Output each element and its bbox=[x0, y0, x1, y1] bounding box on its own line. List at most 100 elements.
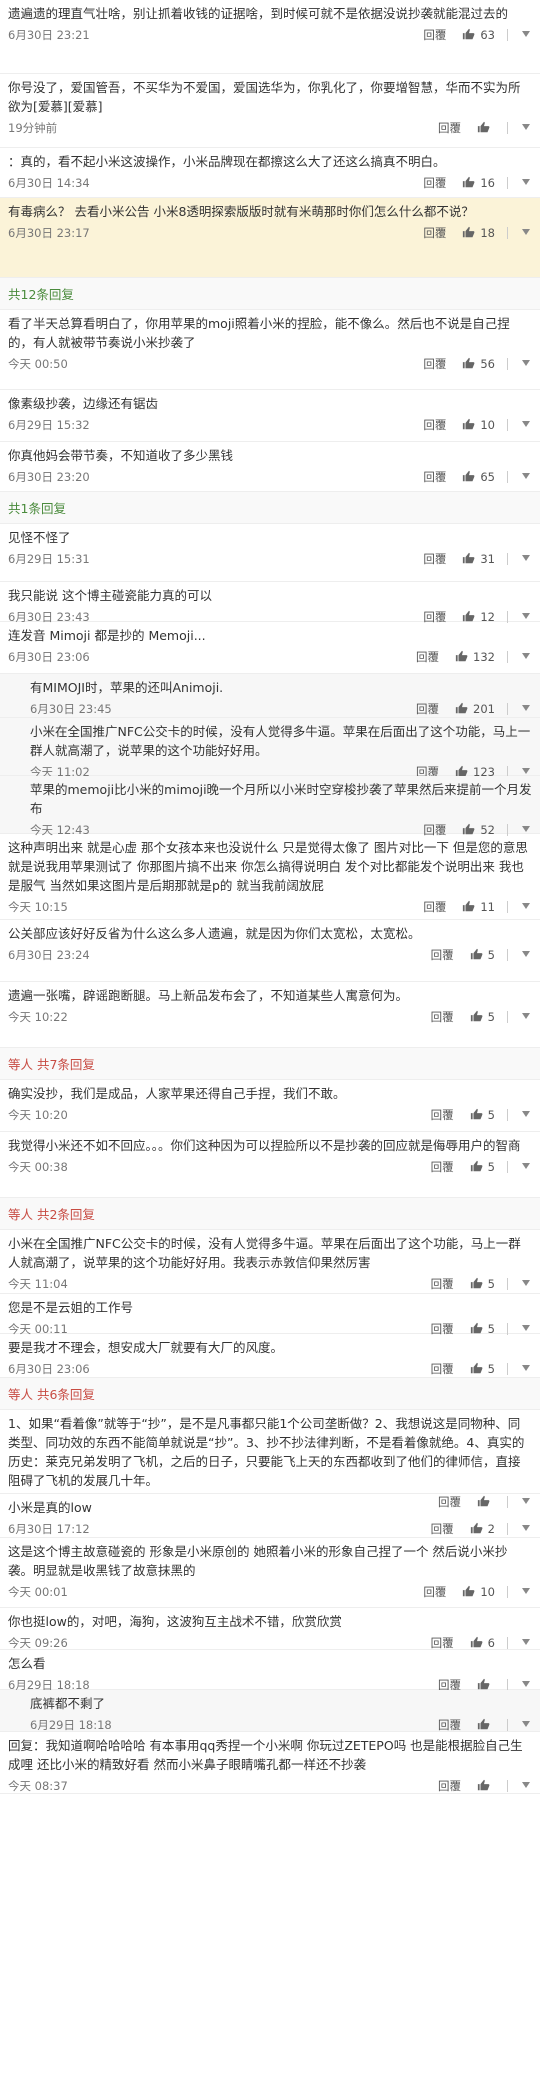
comment-text: 像素级抄袭，边缘还有锯齿 bbox=[8, 396, 159, 411]
chevron-down-icon[interactable] bbox=[520, 121, 532, 136]
chevron-down-icon[interactable] bbox=[520, 418, 532, 433]
reply-button[interactable]: 回覆 bbox=[438, 1778, 461, 1794]
reply-button[interactable]: 回覆 bbox=[431, 1361, 454, 1377]
reply-button[interactable]: 回覆 bbox=[423, 551, 446, 567]
chevron-down-icon[interactable] bbox=[520, 1585, 532, 1600]
reply-button[interactable]: 回覆 bbox=[431, 1009, 454, 1025]
reply-button[interactable]: 回覆 bbox=[416, 701, 439, 717]
reply-button[interactable]: 回覆 bbox=[416, 649, 439, 665]
comment-item: 你真他妈会带节奏，不知道收了多少黑钱 6月30日 23:20 回覆 65 bbox=[0, 442, 540, 492]
thumbs-up-icon bbox=[470, 1276, 484, 1293]
comment-time: 6月30日 23:17 bbox=[8, 226, 90, 240]
chevron-down-icon[interactable] bbox=[520, 1718, 532, 1733]
like-button[interactable]: 16 bbox=[462, 175, 495, 192]
like-button[interactable]: 5 bbox=[470, 1159, 495, 1176]
reply-button[interactable]: 回覆 bbox=[423, 899, 446, 915]
divider bbox=[507, 227, 508, 239]
more-replies-link[interactable]: 等人 共2条回复 bbox=[0, 1198, 540, 1230]
chevron-down-icon[interactable] bbox=[520, 900, 532, 915]
divider bbox=[507, 471, 508, 483]
comment-time: 6月30日 23:06 bbox=[8, 1362, 90, 1376]
reply-button[interactable]: 回覆 bbox=[423, 417, 446, 433]
reply-button[interactable]: 回覆 bbox=[431, 1276, 454, 1292]
reply-button[interactable]: 回覆 bbox=[423, 27, 446, 43]
more-replies-link[interactable]: 共12条回复 bbox=[0, 278, 540, 310]
divider bbox=[507, 1363, 508, 1375]
like-button[interactable]: 31 bbox=[462, 551, 495, 568]
comment-item: 您是不是云姐的工作号 今天 00:11 回覆 5 bbox=[0, 1294, 540, 1336]
like-count: 18 bbox=[480, 226, 495, 240]
like-button[interactable]: 5 bbox=[470, 1361, 495, 1378]
like-button[interactable]: 63 bbox=[462, 27, 495, 44]
comment-body: 像素级抄袭，边缘还有锯齿 bbox=[8, 394, 532, 413]
comment-meta: 6月30日 17:12 回覆 2 bbox=[8, 1519, 532, 1539]
like-count: 6 bbox=[487, 1636, 495, 1650]
chevron-down-icon[interactable] bbox=[520, 650, 532, 665]
like-button[interactable]: 10 bbox=[462, 417, 495, 434]
like-button[interactable]: 18 bbox=[462, 225, 495, 242]
like-button[interactable]: 56 bbox=[462, 356, 495, 373]
reply-button[interactable]: 回覆 bbox=[423, 225, 446, 241]
chevron-down-icon[interactable] bbox=[520, 1779, 532, 1794]
like-button[interactable]: 5 bbox=[470, 1276, 495, 1293]
reply-button[interactable]: 回覆 bbox=[438, 1717, 461, 1733]
more-replies-link[interactable]: 等人 共7条回复 bbox=[0, 1048, 540, 1080]
chevron-down-icon[interactable] bbox=[520, 1277, 532, 1292]
reply-button[interactable]: 回覆 bbox=[431, 1159, 454, 1175]
comment-item: 小米是真的low 6月30日 17:12 回覆 2 bbox=[0, 1494, 540, 1538]
like-count: 11 bbox=[480, 900, 495, 914]
comment-meta: 今天 00:38 回覆 5 bbox=[8, 1157, 532, 1177]
reply-button[interactable]: 回覆 bbox=[431, 947, 454, 963]
comment-time: 今天 11:04 bbox=[8, 1277, 68, 1291]
reply-button[interactable]: 回覆 bbox=[431, 1107, 454, 1123]
reply-button[interactable]: 回覆 bbox=[423, 175, 446, 191]
comment-time: 今天 09:26 bbox=[8, 1636, 68, 1650]
reply-button[interactable]: 回覆 bbox=[423, 356, 446, 372]
like-button[interactable]: 6 bbox=[470, 1635, 495, 1652]
thumbs-up-icon bbox=[462, 356, 476, 373]
reply-button[interactable]: 回覆 bbox=[431, 1521, 454, 1537]
like-button[interactable]: 10 bbox=[462, 1584, 495, 1601]
chevron-down-icon[interactable] bbox=[520, 1522, 532, 1537]
thumbs-up-icon bbox=[470, 1521, 484, 1538]
like-button[interactable]: 2 bbox=[470, 1521, 495, 1538]
chevron-down-icon[interactable] bbox=[520, 552, 532, 567]
chevron-down-icon[interactable] bbox=[520, 1108, 532, 1123]
like-button[interactable]: 5 bbox=[470, 947, 495, 964]
comment-body: 1、如果“看着像”就等于“抄”，是不是凡事都只能1个公司垄断做？2、我想说这是同… bbox=[8, 1414, 532, 1490]
reply-button[interactable]: 回覆 bbox=[423, 1584, 446, 1600]
comment-body: 见怪不怪了 bbox=[8, 528, 532, 547]
reply-button[interactable]: 回覆 bbox=[423, 469, 446, 485]
comment-body: 要是我才不理会，想安成大厂就要有大厂的风度。 bbox=[8, 1338, 532, 1357]
chevron-down-icon[interactable] bbox=[520, 948, 532, 963]
comment-body: 遗遍遗的理直气壮啥，别让抓着收钱的证据啥，到时候可就不是依据没说抄袭就能混过去的 bbox=[8, 4, 532, 23]
chevron-down-icon[interactable] bbox=[520, 357, 532, 372]
like-button[interactable]: 65 bbox=[462, 469, 495, 486]
like-button[interactable] bbox=[477, 1778, 495, 1795]
like-button[interactable]: 5 bbox=[470, 1107, 495, 1124]
comment-meta: 今天 08:37 回覆 bbox=[8, 1776, 532, 1796]
reply-button[interactable]: 回覆 bbox=[438, 120, 461, 136]
chevron-down-icon[interactable] bbox=[520, 1010, 532, 1025]
chevron-down-icon[interactable] bbox=[520, 702, 532, 717]
chevron-down-icon[interactable] bbox=[520, 176, 532, 191]
like-button[interactable]: 5 bbox=[470, 1009, 495, 1026]
thumbs-up-icon bbox=[462, 551, 476, 568]
chevron-down-icon[interactable] bbox=[520, 226, 532, 241]
thumbs-up-icon bbox=[462, 27, 476, 44]
like-button[interactable]: 11 bbox=[462, 899, 495, 916]
chevron-down-icon[interactable] bbox=[520, 1160, 532, 1175]
chevron-down-icon[interactable] bbox=[520, 1636, 532, 1651]
thumbs-up-icon bbox=[470, 1361, 484, 1378]
chevron-down-icon[interactable] bbox=[520, 470, 532, 485]
like-button[interactable]: 201 bbox=[455, 701, 495, 718]
comment-meta: 6月30日 23:24 回覆 5 bbox=[8, 945, 532, 965]
more-replies-link[interactable]: 等人 共6条回复 bbox=[0, 1378, 540, 1410]
chevron-down-icon[interactable] bbox=[520, 1362, 532, 1377]
chevron-down-icon[interactable] bbox=[520, 28, 532, 43]
like-button[interactable] bbox=[477, 1717, 495, 1734]
reply-button[interactable]: 回覆 bbox=[431, 1635, 454, 1651]
like-button[interactable]: 132 bbox=[455, 649, 495, 666]
like-button[interactable] bbox=[477, 120, 495, 137]
more-replies-link[interactable]: 共1条回复 bbox=[0, 492, 540, 524]
